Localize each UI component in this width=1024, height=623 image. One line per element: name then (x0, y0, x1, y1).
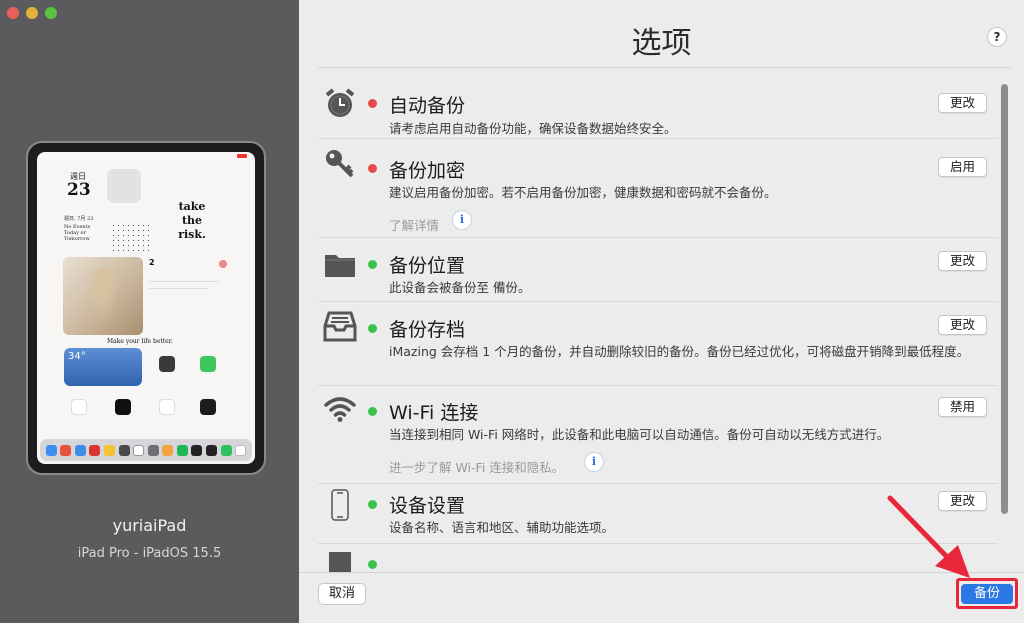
spotify-icon (176, 444, 188, 456)
clock-app-icon (115, 399, 131, 415)
line-icon (220, 444, 232, 456)
zoom-window-button[interactable] (45, 7, 57, 19)
device-screen: 週日 23 take the risk. 週日, 7月 23 No Events… (37, 152, 255, 464)
option-title: 备份存档 (389, 319, 466, 341)
backup-button[interactable]: 备份 (961, 584, 1013, 604)
gear-icon (329, 552, 351, 572)
screen-quote: take the risk. (178, 200, 206, 241)
disable-wifi-button[interactable]: 禁用 (938, 397, 987, 417)
camera-app-icon (159, 356, 175, 372)
calendar-app-icon (71, 399, 87, 415)
change-location-button[interactable]: 更改 (938, 251, 987, 271)
dock (40, 439, 252, 461)
option-description: 建议启用备份加密。若不启用备份加密，健康数据和密码就不会备份。 (389, 185, 777, 200)
option-description: 此设备会被备份至 備份。 (389, 280, 531, 295)
learn-more-link[interactable]: 了解详情 (389, 215, 439, 234)
app-icon (147, 444, 159, 456)
option-description: iMazing 会存档 1 个月的备份，并自动删除较旧的备份。备份已经过优化，可… (389, 344, 970, 359)
facetime-app-icon (200, 356, 216, 372)
archive-tray-icon (323, 311, 357, 342)
wifi-icon (324, 397, 356, 422)
safari-icon (45, 444, 57, 456)
help-button[interactable]: ? (987, 27, 1007, 47)
status-dot-green (368, 407, 377, 416)
option-title: 备份位置 (389, 255, 466, 277)
option-description: 请考虑启用自动备份功能，确保设备数据始终安全。 (389, 121, 677, 136)
weather-temp: 34° (68, 351, 86, 362)
option-title: 设备设置 (389, 495, 466, 517)
option-description: 当连接到相同 Wi-Fi 网络时，此设备和此电脑可以自动通信。备份可自动以无线方… (389, 427, 890, 442)
todo-line (149, 281, 219, 282)
wifi-privacy-link[interactable]: 进一步了解 Wi-Fi 连接和隐私。 (389, 457, 564, 476)
option-title: 自动备份 (389, 95, 466, 117)
info-icon[interactable]: i (452, 210, 472, 230)
status-dot-green (368, 560, 377, 569)
close-window-button[interactable] (7, 7, 19, 19)
device-model: iPad Pro - iPadOS 15.5 (77, 546, 222, 561)
folder-icon (325, 255, 355, 277)
device-panel: 週日 23 take the risk. 週日, 7月 23 No Events… (0, 0, 299, 623)
status-dot-red (368, 164, 377, 173)
reminders-app-icon (159, 399, 175, 415)
screen-day-number: 23 (67, 180, 91, 200)
device-name: yuriaiPad (112, 516, 187, 535)
window-controls (7, 7, 57, 19)
blank-widget (107, 169, 141, 203)
weather-widget: 34° (64, 348, 142, 386)
scrollbar-thumb[interactable] (1001, 84, 1008, 514)
todo-count: 2 (149, 258, 155, 267)
mail-icon (60, 444, 72, 456)
alarm-clock-icon (325, 88, 355, 117)
info-icon[interactable]: i (584, 452, 604, 472)
app-icon (118, 444, 130, 456)
tablet-icon (331, 489, 349, 521)
device-image: 週日 23 take the risk. 週日, 7月 23 No Events… (26, 141, 266, 475)
battery-icon (237, 154, 247, 158)
calendar-grid (111, 223, 149, 253)
status-dot-green (368, 324, 377, 333)
change-archive-button[interactable]: 更改 (938, 315, 987, 335)
status-dot-red (368, 99, 377, 108)
app-icon (191, 444, 203, 456)
photos-icon (162, 444, 174, 456)
annotation-arrow-icon (887, 495, 970, 578)
app-icon (74, 444, 86, 456)
app-icon (235, 444, 247, 456)
option-row-wifi: Wi-Fi 连接 当连接到相同 Wi-Fi 网络时，此设备和此电脑可以自动通信。… (318, 386, 998, 484)
calendar-text: No Events Today or Tomorrow (64, 224, 91, 242)
voice-memos-app-icon (200, 399, 216, 415)
drive-icon (104, 444, 116, 456)
todo-pin-icon (219, 260, 227, 268)
cancel-button[interactable]: 取消 (318, 583, 366, 605)
option-title: 备份加密 (389, 160, 466, 182)
page-title: 选项 (631, 26, 692, 61)
app-icon (205, 444, 217, 456)
status-dot-green (368, 260, 377, 269)
todo-widget: 2 (149, 258, 227, 328)
todo-line (149, 288, 209, 289)
option-row-auto-backup: 自动备份 请考虑启用自动备份功能，确保设备数据始终安全。 更改 (318, 68, 998, 139)
screen-caption: Make your life better. (107, 338, 173, 345)
change-auto-backup-button[interactable]: 更改 (938, 93, 987, 113)
enable-encryption-button[interactable]: 启用 (938, 157, 987, 177)
option-row-archive: 备份存档 iMazing 会存档 1 个月的备份，并自动删除较旧的备份。备份已经… (318, 302, 998, 386)
notion-icon (133, 444, 145, 456)
calendar-widget: 週日, 7月 23 No Events Today or Tomorrow (64, 215, 149, 255)
option-row-encryption: 备份加密 建议启用备份加密。若不启用备份加密，健康数据和密码就不会备份。 了解详… (318, 139, 998, 238)
status-dot-green (368, 500, 377, 509)
calendar-header: 週日, 7月 23 (64, 216, 94, 222)
option-title: Wi-Fi 连接 (389, 402, 479, 424)
minimize-window-button[interactable] (26, 7, 38, 19)
photo-widget (63, 257, 143, 335)
option-row-location: 备份位置 此设备会被备份至 備份。 更改 (318, 238, 998, 302)
pinterest-icon (89, 444, 101, 456)
key-icon (326, 150, 354, 178)
